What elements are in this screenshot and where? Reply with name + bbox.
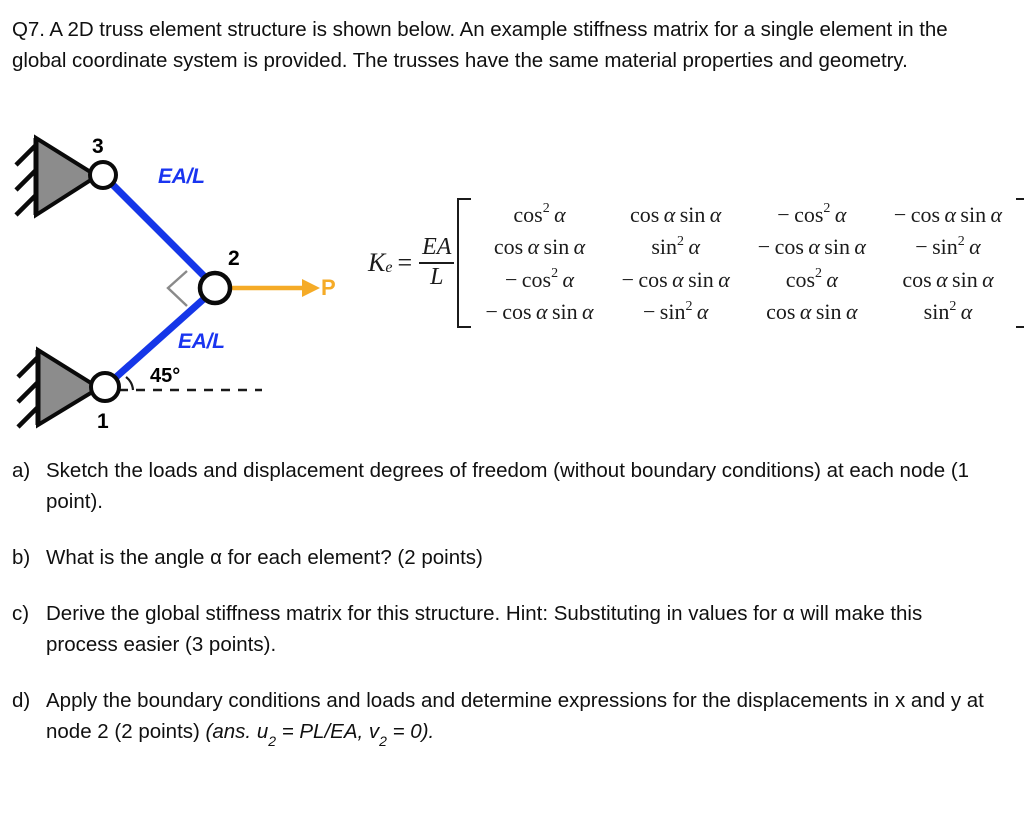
support-node-1 [16,346,103,429]
matrix-table: cos2 α cos α sin α − cos2 α − cos α sin α co… [471,198,1016,328]
matrix-row: cos α sin α sin2 α − cos α sin α − sin2 α [471,231,1016,264]
matrix-cell-4-4: sin2 α [923,298,973,324]
node-label-1: 1 [97,410,109,433]
matrix-cell-2-4: − sin2 α [915,233,981,259]
question-text-a: Sketch the loads and displacement degree… [46,459,970,513]
answer-mid: = PL/EA, v [276,720,380,743]
angle-label-45: 45° [150,365,181,387]
load-arrow-P [228,279,320,297]
matrix-cell-3-3: cos2 α [785,266,838,292]
question-marker-a: a) [12,459,31,482]
question-marker-d: d) [12,689,31,712]
matrix-row: − cos2 α − cos α sin α cos2 α cos α sin α [471,263,1016,296]
matrix-cell-2-3: − cos α sin α [757,234,866,259]
node-circle-1 [89,371,121,403]
matrix-cell-1-4: − cos α sin α [893,201,1003,227]
matrix-bracket-left [457,198,472,328]
equals-sign: = [397,248,413,277]
question-item-b: b) What is the angle α for each element?… [12,542,987,573]
question-item-c: c) Derive the global stiffness matrix fo… [12,598,987,660]
matrix-row: − cos α sin α − sin2 α cos α sin α sin2 α [471,296,1016,329]
intro-paragraph: Q7. A 2D truss element structure is show… [12,18,948,72]
question-text-c: Derive the global stiffness matrix for t… [46,602,923,656]
answer-prefix: (ans. u [205,720,269,743]
fraction-numerator: EA [422,234,452,261]
load-label-P: P [321,275,336,300]
truss-member-3-2 [100,172,219,291]
support-node-3 [14,134,101,219]
question-list: a) Sketch the loads and displacement deg… [12,455,987,779]
node-label-2: 2 [228,247,240,270]
question-marker-c: c) [12,602,30,625]
answer-suffix: = 0). [386,720,435,743]
node-circle-3 [88,160,118,190]
matrix-cell-1-3: − cos2 α [777,201,847,227]
matrix-cell-1-1: cos2 α [513,201,566,227]
matrix-cell-4-1: − cos α sin α [485,299,594,324]
question-item-a: a) Sketch the loads and displacement deg… [12,455,987,517]
matrix-bracket-right [1016,198,1024,328]
K-subscript: e [385,259,393,276]
member-label-3-2: EA/L [158,165,205,188]
ea-over-l-fraction: EA L [419,234,455,290]
matrix-cell-3-4: cos α sin α [902,266,994,292]
member-label-1-2: EA/L [178,330,225,353]
angle-arc-45 [125,376,135,391]
matrix-tbody: cos2 α cos α sin α − cos2 α − cos α sin α co… [471,198,1016,328]
fraction-denominator: L [430,263,444,290]
question-marker-b: b) [12,546,31,569]
node-label-3: 3 [92,135,104,158]
equation-lhs: Ke = [368,248,419,278]
matrix-cell-4-2: − sin2 α [642,298,709,324]
question-answer-d: (ans. u2 = PL/EA, v2 = 0). [205,720,435,749]
matrix-cell-2-2: sin2 α [651,233,701,259]
matrix-cell-1-2: cos α sin α [630,201,722,227]
node-circle-2 [197,270,233,306]
matrix-cell-3-1: − cos2 α [504,266,575,292]
right-angle-marker [166,270,188,307]
matrix-cell-2-1: cos α sin α [493,234,586,259]
matrix-body: cos2 α cos α sin α − cos2 α − cos α sin α co… [457,198,1024,328]
answer-sub-v: 2 [379,733,387,750]
matrix-row: cos2 α cos α sin α − cos2 α − cos α sin α [471,198,1016,231]
matrix-cell-4-3: cos α sin α [766,299,858,324]
answer-sub-u: 2 [268,733,277,750]
question-item-d: d) Apply the boundary conditions and loa… [12,685,987,754]
page-root: Q7. A 2D truss element structure is show… [0,0,1024,825]
question-text-d: Apply the boundary conditions and loads … [46,689,984,743]
question-text-b: What is the angle α for each element? (2… [46,546,483,569]
K-symbol: K [368,248,386,277]
matrix-cell-3-2: − cos α sin α [621,266,730,292]
stiffness-matrix-equation: Ke = EA L cos2 α cos α sin α − cos2 α − cos… [368,198,1024,328]
